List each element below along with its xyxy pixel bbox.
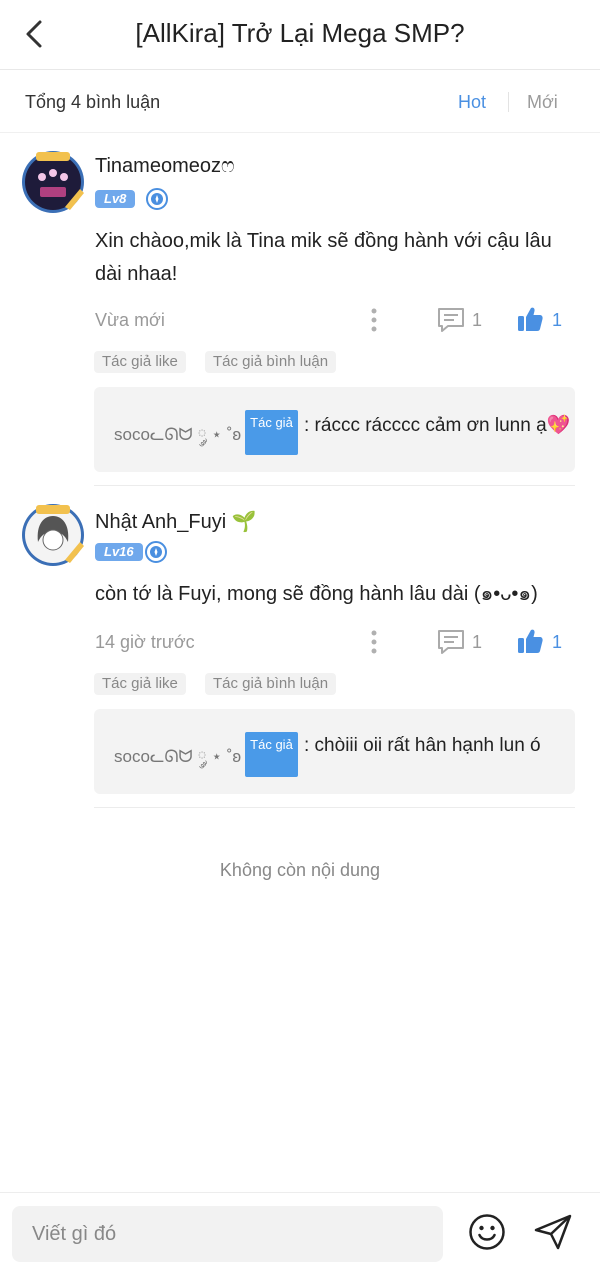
username[interactable]: Tinameomeozෆ: [95, 155, 235, 178]
username[interactable]: Nhật Anh_Fuyi 🌱: [95, 509, 257, 534]
author-commented-tag: Tác giả bình luận: [205, 673, 337, 695]
comment-time: 14 giờ trước: [95, 632, 195, 652]
reply-icon[interactable]: [436, 628, 466, 656]
medal-icon: [146, 188, 168, 210]
reply-author-name: socoᓚᘏᗢ ༘ ⋆ ˚ʚ: [114, 747, 242, 766]
tab-hot[interactable]: Hot: [458, 92, 486, 113]
top-bar: [AllKira] Trở Lại Mega SMP?: [0, 0, 600, 70]
reply-icon[interactable]: [436, 306, 466, 334]
comment-sort-bar: Tổng 4 bình luận Hot Mới: [0, 70, 600, 133]
reply-count: 1: [472, 310, 483, 330]
thumbs-up-icon[interactable]: [516, 305, 544, 333]
more-options-icon[interactable]: [364, 629, 384, 655]
more-options-icon[interactable]: [364, 307, 384, 333]
smile-icon[interactable]: [468, 1213, 506, 1251]
author-commented-tag: Tác giả bình luận: [205, 351, 337, 373]
divider: [94, 807, 575, 808]
reply-author-name: socoᓚᘏᗢ ༘ ⋆ ˚ʚ: [114, 425, 242, 444]
divider: [94, 485, 575, 486]
level-badge: Lv16: [95, 543, 143, 561]
author-label: Tác giả: [245, 732, 298, 777]
reply-text: : ráccc rácccc cảm ơn lunn ạ💖: [304, 415, 571, 436]
like-count: 1: [552, 310, 563, 330]
chevron-left-icon[interactable]: [20, 18, 50, 50]
end-of-list-text: Không còn nội dung: [219, 860, 381, 880]
author-liked-tag: Tác giả like: [94, 673, 186, 695]
send-icon[interactable]: [533, 1213, 573, 1251]
comment-composer: [0, 1192, 600, 1274]
comment-time: Vừa mới: [95, 310, 165, 330]
author-liked-tag: Tác giả like: [94, 351, 186, 373]
comment-text: còn tớ là Fuyi, mong sẽ đồng hành lâu dà…: [95, 583, 538, 605]
comment-text: Xin chàoo,mik là Tina mik sẽ đồng hành v…: [95, 230, 552, 285]
comment-count: Tổng 4 bình luận: [25, 92, 161, 112]
thumbs-up-icon[interactable]: [516, 627, 544, 655]
medal-icon: [145, 541, 167, 563]
reply-count: 1: [472, 632, 483, 652]
comment-input[interactable]: [12, 1206, 443, 1262]
page-title: [AllKira] Trở Lại Mega SMP?: [135, 18, 465, 48]
avatar[interactable]: [20, 149, 86, 215]
avatar[interactable]: [20, 502, 86, 568]
tab-new[interactable]: Mới: [527, 92, 558, 113]
reply-text: : chòiii oii rất hân hạnh lun ó: [304, 735, 541, 756]
author-reply[interactable]: socoᓚᘏᗢ ༘ ⋆ ˚ʚ Tác giả : chòiii oii rất …: [94, 709, 575, 794]
like-count: 1: [552, 632, 563, 652]
level-badge: Lv8: [95, 190, 136, 208]
author-label: Tác giả: [245, 410, 298, 455]
tab-divider: [508, 92, 509, 112]
author-reply[interactable]: socoᓚᘏᗢ ༘ ⋆ ˚ʚ Tác giả : ráccc rácccc cả…: [94, 387, 575, 472]
